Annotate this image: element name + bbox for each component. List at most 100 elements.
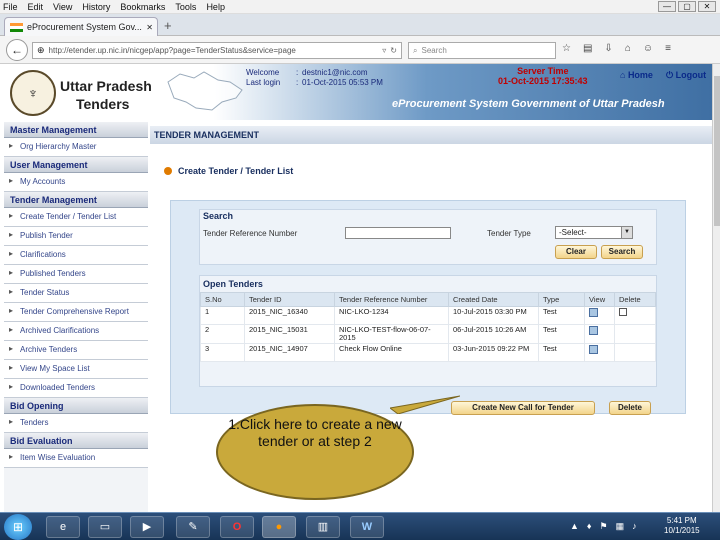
view-icon[interactable] [589, 308, 598, 317]
cell-sno: 3 [200, 343, 245, 362]
scrollbar-thumb[interactable] [714, 76, 720, 226]
menu-history[interactable]: History [82, 2, 110, 12]
sidebar-item-downloaded-tenders[interactable]: Downloaded Tenders [4, 379, 148, 398]
sidebar-item-archived-clarifications[interactable]: Archived Clarifications [4, 322, 148, 341]
system-tray: ▲ ♦ ⚑ ▦ ♪ [570, 521, 637, 532]
sidebar-item-archive-tenders[interactable]: Archive Tenders [4, 341, 148, 360]
hamburger-menu-icon[interactable]: ≡ [665, 43, 671, 54]
cell-view [584, 324, 615, 344]
taskbar-clock[interactable]: 5:41 PM 10/1/2015 [664, 516, 700, 536]
taskbar-ie[interactable]: e [46, 516, 80, 538]
sidebar-section-bid-opening: Bid Opening [4, 398, 148, 414]
taskbar-media[interactable]: ▶ [130, 516, 164, 538]
search-input[interactable]: ⌕ Search [408, 42, 556, 59]
sidebar-item-comprehensive-report[interactable]: Tender Comprehensive Report [4, 303, 148, 322]
brand-line2: Tenders [76, 96, 130, 112]
close-window-button[interactable]: ✕ [698, 1, 716, 12]
new-tab-button[interactable]: + [164, 18, 172, 33]
menu-edit[interactable]: Edit [28, 2, 44, 12]
cell-type: Test [538, 324, 585, 344]
welcome-value: destnic1@nic.com [302, 68, 368, 77]
menu-tools[interactable]: Tools [175, 2, 196, 12]
sidebar-section-master: Master Management [4, 122, 148, 138]
browser-tab[interactable]: eProcurement System Gov... ✕ [4, 17, 158, 36]
taskbar-firefox[interactable]: ● [262, 516, 296, 538]
delete-button[interactable]: Delete [609, 401, 651, 415]
sidebar-section-tender: Tender Management [4, 192, 148, 208]
tab-title: eProcurement System Gov... [27, 22, 142, 32]
search-heading: Search [203, 211, 234, 221]
home-link[interactable]: ⌂ Home [620, 70, 653, 80]
back-button[interactable]: ← [6, 39, 28, 61]
cell-tender-id: 2015_NIC_14907 [244, 343, 335, 362]
callout-bubble: 1.Click here to create a new tender or a… [216, 404, 414, 500]
ref-number-label: Tender Reference Number [203, 229, 298, 238]
lastlogin-separator: : [296, 78, 299, 87]
bullet-icon [164, 167, 172, 175]
sidebar-item-org-hierarchy[interactable]: Org Hierarchy Master [4, 138, 148, 157]
menu-bookmarks[interactable]: Bookmarks [120, 2, 165, 12]
page-title: Create Tender / Tender List [164, 166, 293, 176]
search-button[interactable]: Search [601, 245, 643, 259]
home-icon[interactable]: ⌂ [625, 43, 631, 54]
taskbar-explorer[interactable]: ▭ [88, 516, 122, 538]
tender-type-select[interactable]: -Select- ▼ [555, 226, 633, 239]
sidebar-item-item-wise-evaluation[interactable]: Item Wise Evaluation [4, 449, 148, 468]
reading-list-icon[interactable]: ▤ [583, 43, 592, 54]
sidebar-item-published-tenders[interactable]: Published Tenders [4, 265, 148, 284]
maximize-button[interactable]: ▢ [678, 1, 696, 12]
tray-network-icon[interactable]: ▦ [616, 521, 625, 532]
menu-file[interactable]: File [3, 2, 18, 12]
tray-volume-icon[interactable]: ♪ [632, 521, 637, 532]
server-time: Server Time 01-Oct-2015 17:35:43 [498, 66, 588, 86]
sidebar-item-tenders[interactable]: Tenders [4, 414, 148, 433]
view-icon[interactable] [589, 345, 598, 354]
menu-help[interactable]: Help [206, 2, 225, 12]
address-bar[interactable]: ⊕ http://etender.up.nic.in/nicgep/app?pa… [32, 42, 402, 59]
up-emblem-logo: ♆ [10, 70, 56, 116]
windows-taskbar: ⊞ e ▭ ▶ ✎ O ● ▥ W ▲ ♦ ⚑ ▦ ♪ 5:41 PM 10/1… [0, 512, 720, 540]
taskbar-opera[interactable]: O [220, 516, 254, 538]
download-icon[interactable]: ⇩ [604, 43, 612, 54]
clear-button[interactable]: Clear [555, 245, 597, 259]
tray-app-icon[interactable]: ♦ [587, 521, 592, 532]
cell-sno: 1 [200, 306, 245, 325]
tray-arrow-icon[interactable]: ▲ [570, 521, 579, 532]
system-name: eProcurement System Government of Uttar … [392, 98, 665, 110]
taskbar-word[interactable]: W [350, 516, 384, 538]
account-icon[interactable]: ☺ [643, 43, 653, 54]
power-icon: ⏻ [666, 70, 676, 80]
url-text: http://etender.up.nic.in/nicgep/app?page… [48, 46, 296, 55]
dropdown-icon[interactable]: ▿ [382, 46, 386, 55]
table-header-row: S.No Tender ID Tender Reference Number C… [200, 292, 656, 307]
taskbar-app[interactable]: ▥ [306, 516, 340, 538]
minimize-button[interactable]: — [658, 1, 676, 12]
up-map-graphic [167, 71, 243, 111]
cell-tender-id: 2015_NIC_16340 [244, 306, 335, 325]
col-view: View [584, 292, 615, 307]
view-icon[interactable] [589, 326, 598, 335]
sidebar-item-my-accounts[interactable]: My Accounts [4, 173, 148, 192]
vertical-scrollbar[interactable] [712, 64, 720, 512]
menu-view[interactable]: View [53, 2, 72, 12]
delete-checkbox[interactable] [619, 308, 627, 316]
reload-icon[interactable]: ↻ [390, 46, 401, 55]
sidebar-item-create-tender[interactable]: Create Tender / Tender List [4, 208, 148, 227]
sidebar-item-tender-status[interactable]: Tender Status [4, 284, 148, 303]
create-new-call-button[interactable]: Create New Call for Tender [451, 401, 595, 415]
tab-close-icon[interactable]: ✕ [146, 23, 157, 32]
logout-link[interactable]: ⏻ Logout [666, 70, 706, 81]
sidebar-item-clarifications[interactable]: Clarifications [4, 246, 148, 265]
sidebar: Master Management Org Hierarchy Master U… [4, 122, 148, 512]
lastlogin-value: 01-Oct-2015 05:53 PM [302, 78, 383, 87]
tray-flag-icon[interactable]: ⚑ [600, 521, 608, 532]
sidebar-item-publish-tender[interactable]: Publish Tender [4, 227, 148, 246]
ref-number-input[interactable] [345, 227, 451, 239]
sidebar-section-user: User Management [4, 157, 148, 173]
taskbar-paint[interactable]: ✎ [176, 516, 210, 538]
cell-tender-id: 2015_NIC_15031 [244, 324, 335, 344]
start-button[interactable]: ⊞ [4, 514, 32, 540]
bookmark-star-icon[interactable]: ☆ [562, 43, 571, 54]
sidebar-item-my-space[interactable]: View My Space List [4, 360, 148, 379]
server-time-value: 01-Oct-2015 17:35:43 [498, 76, 588, 86]
